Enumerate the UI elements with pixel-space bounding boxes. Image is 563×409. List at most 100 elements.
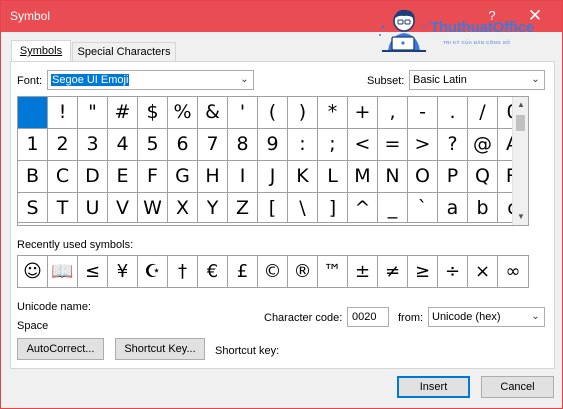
symbol-cell[interactable]: ( xyxy=(258,97,288,129)
symbol-cell[interactable]: Z xyxy=(228,193,258,223)
symbol-dialog: Symbol ? ✕ ThuthuatOffice TRI KÝ CỦA DÂN… xyxy=(0,0,563,409)
symbol-cell[interactable]: G xyxy=(168,161,198,193)
recent-symbol-cell[interactable]: ∞ xyxy=(498,256,528,287)
recent-symbol-cell[interactable]: ≠ xyxy=(378,256,408,287)
symbol-cell[interactable]: 8 xyxy=(228,129,258,161)
symbol-cell[interactable]: P xyxy=(438,161,468,193)
symbol-cell[interactable]: 9 xyxy=(258,129,288,161)
recent-symbol-cell[interactable]: ™ xyxy=(318,256,348,287)
symbol-cell[interactable]: # xyxy=(108,97,138,129)
scroll-thumb[interactable] xyxy=(516,115,525,131)
symbol-cell[interactable]: ^ xyxy=(348,193,378,223)
scroll-up-icon[interactable]: ▲ xyxy=(513,97,529,113)
recent-symbol-cell[interactable]: ≤ xyxy=(78,256,108,287)
symbol-cell[interactable]: ) xyxy=(288,97,318,129)
cancel-button[interactable]: Cancel xyxy=(481,376,554,398)
symbol-cell[interactable]: N xyxy=(378,161,408,193)
symbol-cell[interactable]: F xyxy=(138,161,168,193)
recent-symbol-cell[interactable]: ¥ xyxy=(108,256,138,287)
autocorrect-button[interactable]: AutoCorrect... xyxy=(17,338,104,360)
symbol-cell[interactable]: ] xyxy=(318,193,348,223)
symbol-cell[interactable]: * xyxy=(318,97,348,129)
symbol-cell[interactable]: ' xyxy=(228,97,258,129)
symbol-cell[interactable]: 2 xyxy=(48,129,78,161)
symbol-cell[interactable]: : xyxy=(288,129,318,161)
symbol-cell[interactable]: & xyxy=(198,97,228,129)
symbol-cell[interactable]: 5 xyxy=(138,129,168,161)
recent-symbol-cell[interactable]: ÷ xyxy=(438,256,468,287)
symbol-cell[interactable]: / xyxy=(468,97,498,129)
symbol-cell[interactable] xyxy=(18,97,48,129)
symbol-cell[interactable]: U xyxy=(78,193,108,223)
symbol-cell[interactable]: @ xyxy=(468,129,498,161)
symbol-cell[interactable]: O xyxy=(408,161,438,193)
symbol-cell[interactable]: K xyxy=(288,161,318,193)
tab-symbols-label: Symbols xyxy=(19,45,63,57)
symbol-cell[interactable]: \ xyxy=(288,193,318,223)
symbol-cell[interactable]: - xyxy=(408,97,438,129)
watermark-tagline: TRI KÝ CỦA DÂN CÔNG SỞ xyxy=(443,40,511,45)
recent-symbol-cell[interactable]: ☺ xyxy=(18,256,48,287)
symbol-cell[interactable]: Y xyxy=(198,193,228,223)
symbol-cell[interactable]: X xyxy=(168,193,198,223)
symbol-cell[interactable]: D xyxy=(78,161,108,193)
symbol-cell[interactable]: b xyxy=(468,193,498,223)
symbol-cell[interactable]: ` xyxy=(408,193,438,223)
subset-select[interactable]: Basic Latin ⌄ xyxy=(409,70,545,90)
symbol-cell[interactable]: ; xyxy=(318,129,348,161)
symbol-cell[interactable]: M xyxy=(348,161,378,193)
character-code-input[interactable]: 0020 xyxy=(347,307,389,327)
symbol-cell[interactable]: ? xyxy=(438,129,468,161)
symbol-cell[interactable]: $ xyxy=(138,97,168,129)
font-select[interactable]: Segoe UI Emoji ⌄ xyxy=(47,70,254,90)
recent-symbol-cell[interactable]: ® xyxy=(288,256,318,287)
recent-symbol-cell[interactable]: € xyxy=(198,256,228,287)
recent-symbol-cell[interactable]: © xyxy=(258,256,288,287)
symbol-cell[interactable]: , xyxy=(378,97,408,129)
scroll-down-icon[interactable]: ▼ xyxy=(513,209,529,225)
symbol-cell[interactable]: W xyxy=(138,193,168,223)
symbol-cell[interactable]: S xyxy=(18,193,48,223)
recent-symbol-cell[interactable]: † xyxy=(168,256,198,287)
recent-symbol-cell[interactable]: £ xyxy=(228,256,258,287)
symbol-cell[interactable]: Q xyxy=(468,161,498,193)
symbol-cell[interactable]: 4 xyxy=(108,129,138,161)
symbol-cell[interactable]: H xyxy=(198,161,228,193)
symbol-cell[interactable]: " xyxy=(78,97,108,129)
symbol-cell[interactable]: > xyxy=(408,129,438,161)
insert-button[interactable]: Insert xyxy=(397,376,470,398)
symbol-grid[interactable]: cba`_^]\[ZYXWVUTSRQPONMLKJIHGFEDCBA@?>=<… xyxy=(17,96,529,226)
symbol-cell[interactable]: C xyxy=(48,161,78,193)
symbol-cell[interactable]: L xyxy=(318,161,348,193)
symbol-cell[interactable]: E xyxy=(108,161,138,193)
symbol-cell[interactable]: _ xyxy=(378,193,408,223)
symbol-cell[interactable]: a xyxy=(438,193,468,223)
symbol-cell[interactable]: 1 xyxy=(18,129,48,161)
symbol-cell[interactable]: = xyxy=(378,129,408,161)
recent-symbol-cell[interactable]: ☪ xyxy=(138,256,168,287)
symbol-cell[interactable]: ! xyxy=(48,97,78,129)
recent-symbol-cell[interactable]: 📖 xyxy=(48,256,78,287)
symbol-cell[interactable]: % xyxy=(168,97,198,129)
shortcut-key-button[interactable]: Shortcut Key... xyxy=(115,338,205,360)
recent-symbol-cell[interactable]: ± xyxy=(348,256,378,287)
recent-symbols-grid[interactable]: ☺ 📖 ≤ ¥ ☪ † € £ © ® ™ ± ≠ ≥ ÷ × ∞ xyxy=(17,255,529,288)
symbol-cell[interactable]: J xyxy=(258,161,288,193)
symbol-cell[interactable]: 3 xyxy=(78,129,108,161)
symbol-cell[interactable]: V xyxy=(108,193,138,223)
recent-symbol-cell[interactable]: ≥ xyxy=(408,256,438,287)
symbol-cell[interactable]: 7 xyxy=(198,129,228,161)
symbol-cell[interactable]: . xyxy=(438,97,468,129)
from-select[interactable]: Unicode (hex) ⌄ xyxy=(428,307,545,327)
symbol-cell[interactable]: I xyxy=(228,161,258,193)
recent-symbol-cell[interactable]: × xyxy=(468,256,498,287)
symbol-cell[interactable]: 6 xyxy=(168,129,198,161)
symbol-cell[interactable]: [ xyxy=(258,193,288,223)
tab-symbols[interactable]: Symbols xyxy=(11,40,71,62)
grid-scrollbar[interactable]: ▲ ▼ xyxy=(512,97,528,225)
symbol-cell[interactable]: T xyxy=(48,193,78,223)
tab-special-characters[interactable]: Special Characters xyxy=(72,42,176,62)
symbol-cell[interactable]: + xyxy=(348,97,378,129)
symbol-cell[interactable]: B xyxy=(18,161,48,193)
symbol-cell[interactable]: < xyxy=(348,129,378,161)
